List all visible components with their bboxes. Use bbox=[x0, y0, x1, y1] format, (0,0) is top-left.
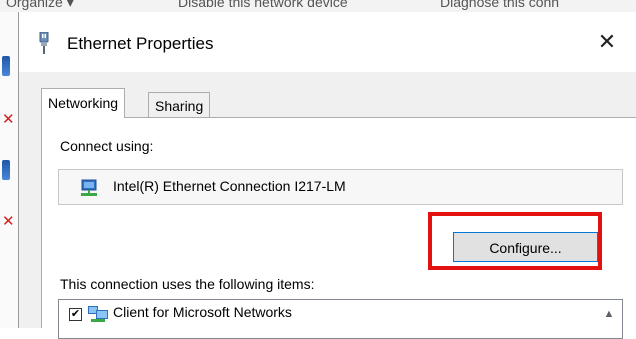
error-x-icon: ✕ bbox=[2, 213, 15, 230]
background-toolbar: Organize ▾ Disable this network device D… bbox=[0, 0, 636, 12]
dialog-title: Ethernet Properties bbox=[67, 34, 214, 53]
item-label: Client for Microsoft Networks bbox=[113, 304, 292, 320]
scroll-up-arrow[interactable]: ▲ bbox=[600, 304, 618, 324]
network-cable-icon bbox=[39, 32, 49, 54]
network-adapter-icon bbox=[2, 56, 10, 76]
connect-using-label: Connect using: bbox=[60, 138, 154, 154]
diagnose-connection-button[interactable]: Diagnose this conn bbox=[440, 0, 559, 10]
title-bar: Ethernet Properties ✕ bbox=[19, 12, 636, 72]
organize-menu[interactable]: Organize ▾ bbox=[6, 0, 74, 11]
error-x-icon: ✕ bbox=[2, 111, 15, 128]
network-adapter-icon bbox=[81, 179, 97, 196]
close-button[interactable]: ✕ bbox=[589, 26, 625, 58]
tab-sharing[interactable]: Sharing bbox=[148, 92, 211, 118]
network-client-icon bbox=[88, 306, 108, 322]
adapter-field: Intel(R) Ethernet Connection I217-LM bbox=[58, 169, 623, 205]
connection-items-list[interactable]: ✔ Client for Microsoft Networks ▲ bbox=[58, 299, 623, 339]
network-adapter-icon bbox=[2, 160, 10, 180]
annotation-highlight-box bbox=[428, 212, 602, 270]
ethernet-properties-dialog: Ethernet Properties ✕ Networking Sharing… bbox=[18, 12, 636, 339]
items-label: This connection uses the following items… bbox=[60, 276, 315, 292]
disable-device-button[interactable]: Disable this network device bbox=[178, 0, 348, 10]
adapter-name: Intel(R) Ethernet Connection I217-LM bbox=[113, 178, 346, 194]
item-checkbox[interactable]: ✔ bbox=[69, 308, 82, 321]
tab-networking[interactable]: Networking bbox=[41, 88, 126, 118]
